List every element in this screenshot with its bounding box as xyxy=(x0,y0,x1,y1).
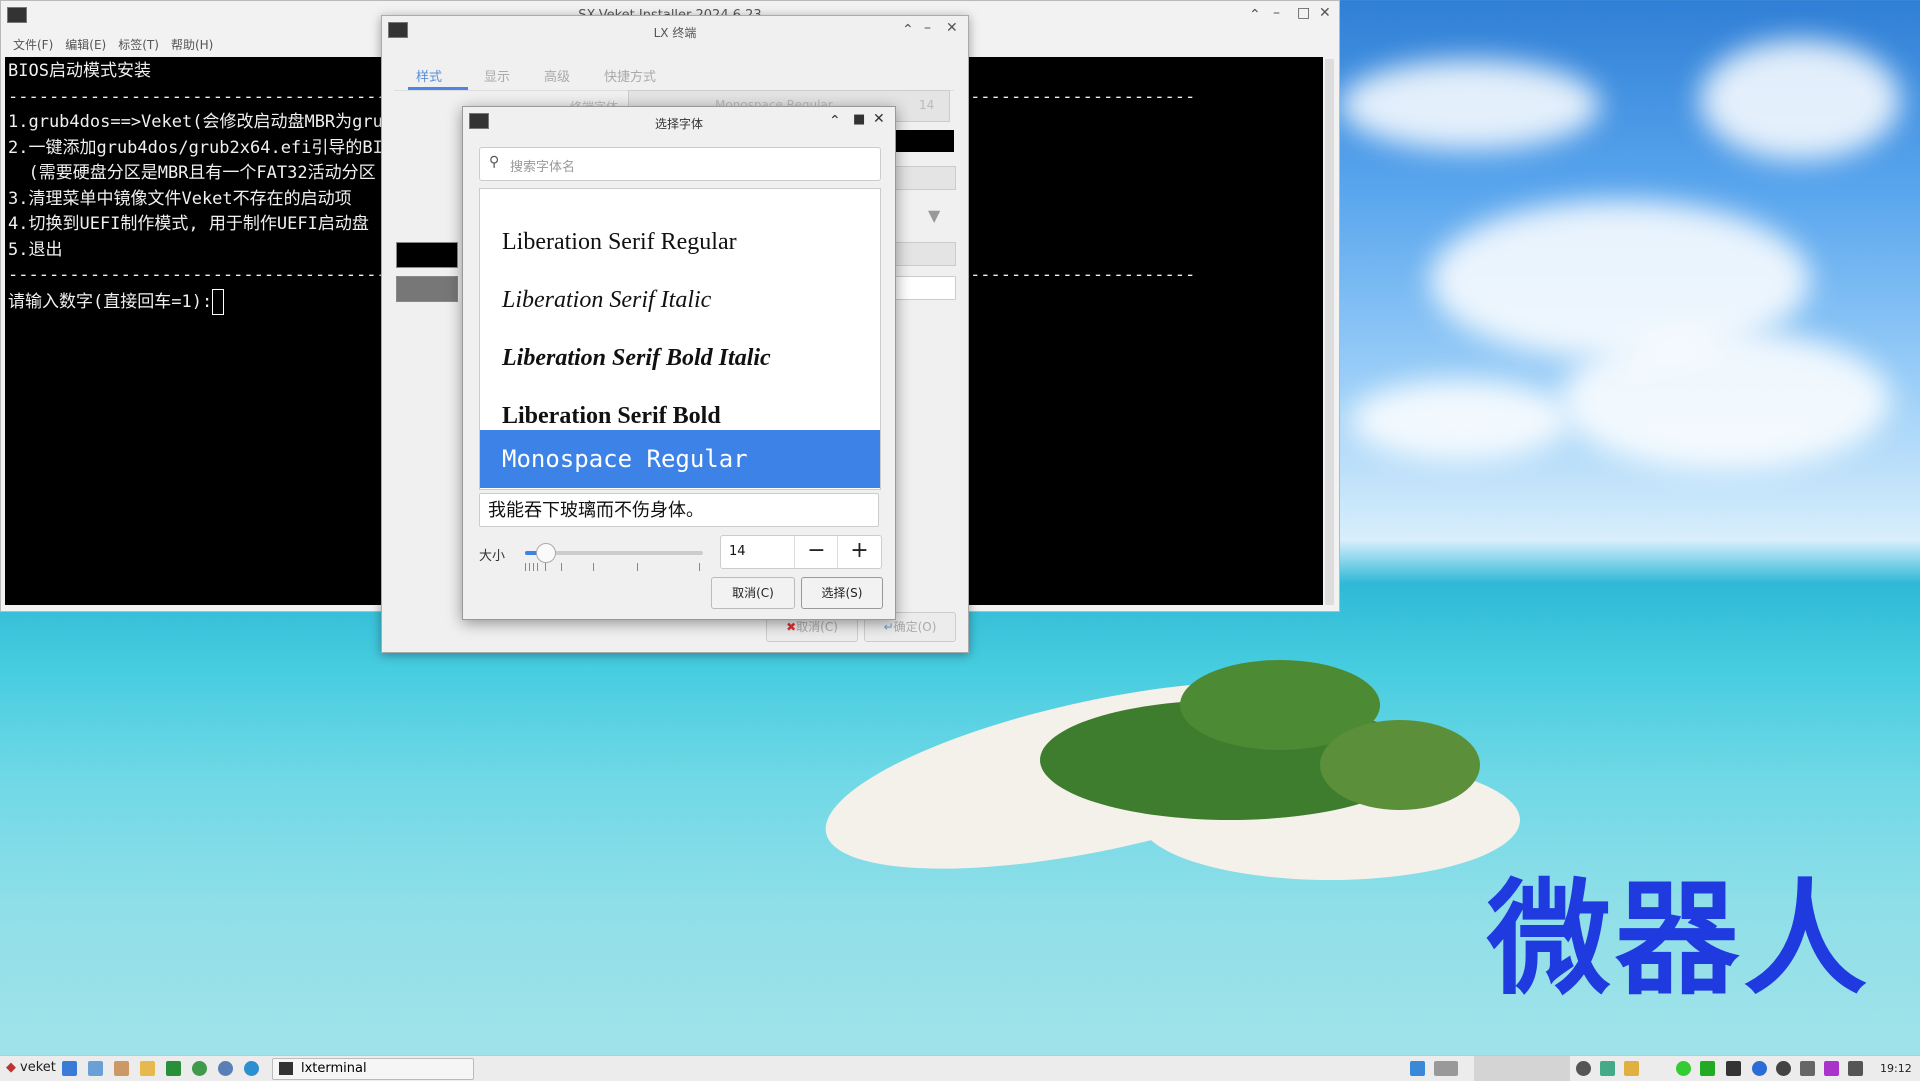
play-icon[interactable] xyxy=(166,1061,181,1076)
maximize-button[interactable]: □ xyxy=(1297,5,1310,21)
cloud xyxy=(1340,60,1600,150)
desktop-watermark: 微器人 xyxy=(1487,868,1872,1012)
foreground-color-swatch[interactable] xyxy=(894,166,956,190)
screenshot-icon[interactable] xyxy=(88,1061,103,1076)
slider-tick xyxy=(699,563,700,571)
settings-field[interactable] xyxy=(894,276,956,300)
size-label: 大小 xyxy=(479,549,506,564)
font-preview[interactable]: 我能吞下玻璃而不伤身体。 xyxy=(479,493,879,527)
settings-field[interactable] xyxy=(894,242,956,266)
chevron-up-icon[interactable]: ⌃ xyxy=(1249,7,1261,23)
decrease-size-button[interactable]: − xyxy=(794,536,838,568)
palette-color-swatch[interactable] xyxy=(396,242,458,268)
preferences-title: LX 终端 xyxy=(653,26,697,40)
network-icon[interactable] xyxy=(1410,1061,1425,1076)
maximize-button[interactable]: ■ xyxy=(853,112,865,127)
input-method-icon[interactable] xyxy=(1824,1061,1839,1076)
slider-tick xyxy=(637,563,638,571)
menu-icon[interactable]: ◆ xyxy=(6,1060,16,1075)
ok-label: 确定(O) xyxy=(893,620,937,634)
taskbar-task-lxterminal[interactable]: lxterminal xyxy=(272,1058,474,1080)
taskbar: ◆ veket lxterminal 19:12 xyxy=(0,1055,1920,1081)
dialog-select-button[interactable]: 选择(S) xyxy=(801,577,883,609)
tools-icon[interactable] xyxy=(114,1061,129,1076)
size-spinbox[interactable]: 14 − + xyxy=(720,535,882,569)
cloud xyxy=(1350,380,1570,460)
text-cursor xyxy=(212,288,225,315)
menu-help[interactable]: 帮助(H) xyxy=(171,36,213,53)
size-value: 14 xyxy=(729,544,746,559)
folder-icon[interactable] xyxy=(140,1061,155,1076)
tab-shortcuts[interactable]: 快捷方式 xyxy=(604,66,656,85)
slider-tick xyxy=(533,563,534,571)
battery-icon[interactable] xyxy=(1800,1061,1815,1076)
close-button[interactable]: ✕ xyxy=(873,111,885,127)
workspace-pager[interactable] xyxy=(1474,1056,1570,1081)
tab-display[interactable]: 显示 xyxy=(484,66,510,85)
cpu-meter-icon[interactable] xyxy=(1600,1061,1615,1076)
minimize-button[interactable]: – xyxy=(1273,5,1280,21)
settings-icon[interactable] xyxy=(218,1061,233,1076)
dialog-cancel-button[interactable]: 取消(C) xyxy=(711,577,795,609)
slider-tick xyxy=(525,563,526,571)
island-trees xyxy=(1320,720,1480,810)
slider-tick xyxy=(561,563,562,571)
task-label: lxterminal xyxy=(301,1061,367,1076)
chevron-up-icon[interactable]: ⌃ xyxy=(902,22,914,38)
cloud xyxy=(1700,40,1900,160)
palette-dropdown[interactable]: ▼ xyxy=(894,202,954,232)
menu-edit[interactable]: 编辑(E) xyxy=(65,36,106,53)
system-monitor-icon[interactable] xyxy=(1576,1061,1591,1076)
slider-tick xyxy=(593,563,594,571)
cancel-icon: ✖ xyxy=(786,620,797,634)
font-list-item-selected[interactable]: Monospace Regular xyxy=(480,430,880,488)
font-list-item[interactable]: Liberation Serif Bold Italic xyxy=(480,329,880,387)
slider-tick xyxy=(537,563,538,571)
close-button[interactable]: ✕ xyxy=(946,20,958,36)
cloud xyxy=(1560,330,1890,470)
return-icon: ↵ xyxy=(883,620,894,634)
clipboard-icon[interactable] xyxy=(1624,1061,1639,1076)
chevron-down-icon: ▼ xyxy=(928,206,941,225)
desktop-icon[interactable] xyxy=(62,1061,77,1076)
font-list-item[interactable]: Liberation Serif Italic xyxy=(480,271,880,329)
font-list: Liberation Serif Regular Liberation Seri… xyxy=(479,188,881,490)
background-color-swatch[interactable] xyxy=(894,130,954,152)
disk-icon[interactable] xyxy=(1676,1061,1691,1076)
browser-icon[interactable] xyxy=(244,1061,259,1076)
clock[interactable]: 19:12 xyxy=(1880,1062,1912,1075)
palette-color-swatch[interactable] xyxy=(396,276,458,302)
terminal-scrollbar[interactable] xyxy=(1325,59,1334,605)
increase-size-button[interactable]: + xyxy=(837,536,881,568)
terminal-icon xyxy=(279,1062,293,1075)
search-placeholder: 搜索字体名 xyxy=(510,160,576,175)
bluetooth-icon[interactable] xyxy=(1752,1061,1767,1076)
font-button-size: 14 xyxy=(919,98,935,112)
size-slider-handle[interactable] xyxy=(536,543,556,563)
notification-icon[interactable] xyxy=(1776,1061,1791,1076)
slider-tick xyxy=(529,563,530,571)
tab-style[interactable]: 样式 xyxy=(416,66,442,85)
search-icon: ⚲ xyxy=(489,154,500,170)
menu-file[interactable]: 文件(F) xyxy=(13,36,53,53)
font-chooser-dialog: 选择字体 ⌃ ■ ✕ ⚲ 搜索字体名 Liberation Serif Regu… xyxy=(462,106,896,620)
start-menu-button[interactable]: veket xyxy=(20,1060,56,1075)
workspace-switcher[interactable] xyxy=(1434,1061,1458,1076)
shield-icon[interactable] xyxy=(1700,1061,1715,1076)
menu-tabs[interactable]: 标签(T) xyxy=(118,36,159,53)
minimize-button[interactable]: – xyxy=(924,20,931,36)
close-button[interactable]: ✕ xyxy=(1319,5,1331,21)
preferences-tabs: 样式 显示 高级 快捷方式 xyxy=(394,54,954,91)
media-icon[interactable] xyxy=(192,1061,207,1076)
terminal-prompt: 请输入数字(直接回车=1): xyxy=(8,291,213,312)
slider-tick xyxy=(545,563,546,571)
active-tab-indicator xyxy=(408,87,468,90)
volume-icon[interactable] xyxy=(1848,1061,1863,1076)
keyboard-icon[interactable] xyxy=(1726,1061,1741,1076)
font-list-item[interactable]: Liberation Serif Regular xyxy=(480,213,880,271)
chevron-up-icon[interactable]: ⌃ xyxy=(829,113,841,129)
font-search-input[interactable]: ⚲ 搜索字体名 xyxy=(479,147,881,181)
tab-advanced[interactable]: 高级 xyxy=(544,66,570,85)
cancel-label: 取消(C) xyxy=(796,620,838,634)
